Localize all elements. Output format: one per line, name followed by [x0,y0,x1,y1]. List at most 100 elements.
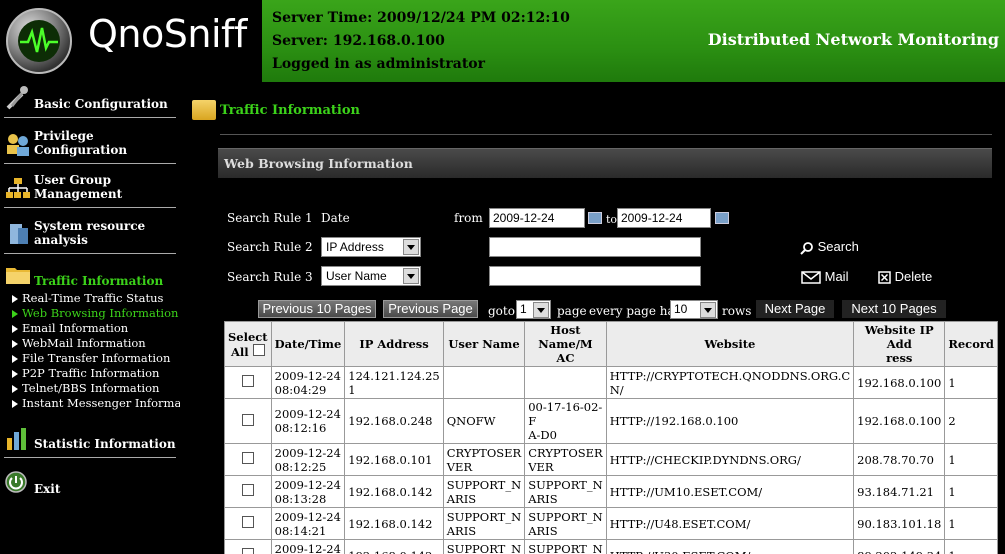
menu-user-group-management[interactable]: User Group Management [4,172,176,208]
search-rule-3-label: Search Rule 3 [227,270,313,284]
select-all-header: Select All [224,321,272,367]
cell-datetime: 2009-12-24 08:14:24 [270,539,346,554]
row-checkbox[interactable] [241,484,254,496]
delete-icon [878,271,891,284]
header-datetime: Date/Time [270,321,346,367]
search-button[interactable]: Search [800,239,859,255]
cell-user-name: SUPPORT_NARIS [442,475,526,508]
folder-icon [6,268,30,284]
mail-button[interactable]: Mail [801,269,848,284]
logo-icon [6,8,72,74]
header-website: Website [605,321,855,367]
row-checkbox[interactable] [241,375,254,387]
menu-traffic-information[interactable]: Traffic Information [4,258,176,294]
menu-privilege-configuration[interactable]: Privilege Configuration [4,128,176,164]
cell-record: 1 [944,507,998,540]
cell-datetime: 2009-12-24 08:04:29 [270,366,346,399]
sidebar-item-web-browsing[interactable]: Web Browsing Information [12,306,178,320]
calendar-icon[interactable] [588,212,602,224]
cell-record: 1 [944,539,998,554]
sidebar-item-instant-messenger[interactable]: Instant Messenger Information [12,396,204,410]
cell-user-name: CRYPTOSER VER [442,443,526,476]
rule-2-input[interactable] [489,237,701,257]
previous-page-button[interactable]: Previous Page [383,300,478,318]
cell-record: 1 [944,443,998,476]
table-row: 2009-12-24 08:13:28 192.168.0.142 SUPPORT_… [224,475,998,508]
search-rule-2-label: Search Rule 2 [227,240,313,254]
cell-website: HTTP://CHECKIP.DYNDNS.ORG/ [605,443,855,476]
sidebar: Basic Configuration Privilege Configurat… [0,82,204,554]
cell-website: HTTP://U48.ESET.COM/ [605,507,855,540]
cell-datetime: 2009-12-24 08:14:21 [270,507,346,540]
delete-button[interactable]: Delete [878,269,932,284]
row-select [224,475,272,508]
cell-website-ip: 192.168.0.100 [853,366,946,399]
sidebar-item-telnet[interactable]: Telnet/BBS Information [12,381,159,395]
cell-user-name: SUPPORT_NARIS [442,507,526,540]
row-checkbox[interactable] [241,548,254,554]
sidebar-item-real-time-traffic[interactable]: Real-Time Traffic Status [12,291,163,305]
rule-3-input[interactable] [489,266,701,286]
cell-record: 1 [944,366,998,399]
sidebar-item-webmail[interactable]: WebMail Information [12,336,146,350]
cell-datetime: 2009-12-24 08:12:16 [270,398,346,444]
cell-website-ip: 89.202.149.34 [853,539,946,554]
rows-select[interactable]: 10 [670,300,718,319]
header: QnoSniff Server Time: 2009/12/24 PM 02:1… [0,0,1005,82]
chevron-down-icon [403,239,419,255]
group-icon [6,178,30,198]
divider [220,134,992,135]
page-select[interactable]: 1 [516,300,551,319]
server-icon [10,224,28,244]
brand-title: Distributed Network Monitoring [707,30,999,49]
section-header: Web Browsing Information [218,148,992,178]
chevron-down-icon [700,302,716,318]
rows-label: rows [722,304,752,318]
row-checkbox[interactable] [241,516,254,528]
page-label: page [557,304,587,318]
cell-datetime: 2009-12-24 08:12:25 [270,443,346,476]
previous-10-pages-button[interactable]: Previous 10 Pages [258,300,376,318]
cell-ip-address: 192.168.0.142 [344,475,444,508]
goto-label: goto [488,304,515,318]
row-select [224,398,272,444]
calendar-icon[interactable] [715,212,729,224]
exit-icon [5,471,27,493]
select-all-checkbox[interactable] [252,343,265,356]
chevron-down-icon [533,302,549,318]
login-status: Logged in as administrator [272,56,485,72]
row-checkbox[interactable] [241,452,254,464]
mail-icon [801,271,821,284]
date-from-input[interactable]: 2009-12-24 [489,208,585,228]
cell-user-name [442,366,526,399]
next-10-pages-button[interactable]: Next 10 Pages [842,300,946,318]
header-host-name-mac: Host Name/M AC [524,321,607,367]
rule-3-select[interactable]: User Name [321,266,421,286]
sidebar-item-p2p[interactable]: P2P Traffic Information [12,366,159,380]
cell-datetime: 2009-12-24 08:13:28 [270,475,346,508]
table-row: 2009-12-24 08:12:25 192.168.0.101 CRYPTOSE… [224,443,998,476]
sidebar-item-email[interactable]: Email Information [12,321,128,335]
row-checkbox[interactable] [241,413,254,426]
cell-website-ip: 93.184.71.21 [853,475,946,508]
next-page-button[interactable]: Next Page [756,300,834,318]
page-title: Traffic Information [192,100,360,120]
table-row: 2009-12-24 08:12:16 192.168.0.248 QNOFW 00-… [224,398,998,444]
sidebar-item-file-transfer[interactable]: File Transfer Information [12,351,170,365]
date-to-input[interactable]: 2009-12-24 [617,208,711,228]
cell-website-ip: 192.168.0.100 [853,398,946,444]
menu-statistic-information[interactable]: Statistic Information [4,422,176,458]
web-browsing-table: Select All Date/Time IP Address User Name… [224,321,998,554]
header-ip-address: IP Address [344,321,444,367]
menu-basic-configuration[interactable]: Basic Configuration [4,82,176,118]
menu-exit[interactable]: Exit [4,466,176,502]
cell-user-name: SUPPORT_NARIS [442,539,526,554]
row-select [224,443,272,476]
cell-ip-address: 192.168.0.142 [344,507,444,540]
menu-system-resource-analysis[interactable]: System resource analysis [4,218,176,254]
cell-host-name: CRYPTOSER VER [524,443,607,476]
cell-ip-address: 124.121.124.25 1 [344,366,444,399]
cell-user-name: QNOFW [442,398,526,444]
rule-2-select[interactable]: IP Address [321,237,421,257]
cell-website-ip: 208.78.70.70 [853,443,946,476]
